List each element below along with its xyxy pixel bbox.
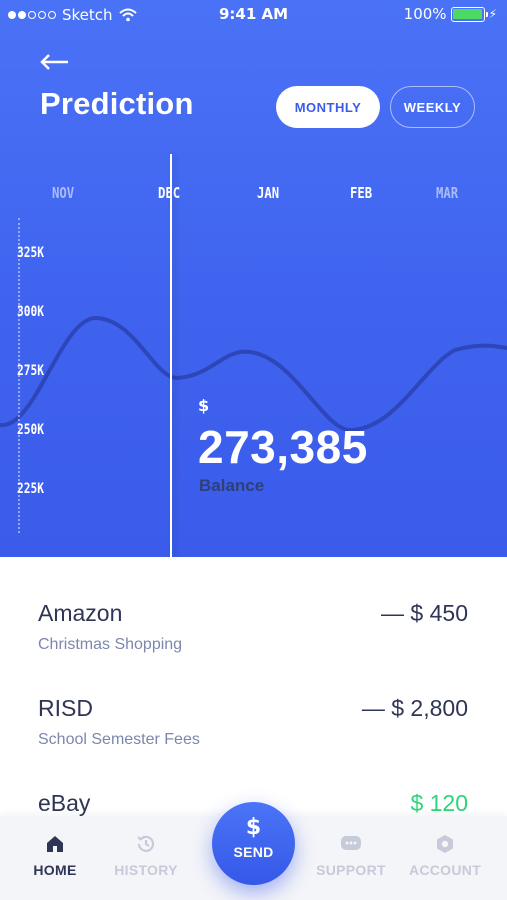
tab-home[interactable]: HOME [9, 832, 101, 878]
tab-support[interactable]: SUPPORT [305, 832, 397, 878]
tab-home-label: HOME [33, 862, 77, 878]
month-label-nov[interactable]: NOV [52, 184, 74, 202]
transaction-name: Amazon [38, 600, 123, 626]
month-label-feb[interactable]: FEB [350, 184, 372, 202]
transaction-row[interactable]: RISD School Semester Fees — $ 2,800 [0, 683, 507, 778]
y-tick-300k: 300K [17, 304, 44, 320]
transaction-amount: — $ 2,800 [361, 695, 468, 721]
send-label: SEND [233, 844, 274, 860]
y-tick-225k: 225K [17, 481, 44, 497]
tab-account-label: ACCOUNT [408, 862, 482, 878]
month-label-mar[interactable]: MAR [436, 184, 458, 202]
balance-label: Balance [199, 476, 265, 495]
chat-bubble-icon [341, 836, 361, 850]
transaction-name: eBay [38, 790, 91, 816]
y-tick-325k: 325K [17, 245, 44, 261]
prediction-header: Sketch 9:41 AM 100% ⚡ Prediction MONTHLY… [0, 0, 507, 557]
transaction-name: RISD [38, 695, 93, 721]
account-hexagon-icon [437, 835, 453, 853]
month-label-jan[interactable]: JAN [257, 184, 279, 202]
balance-currency: $ [198, 396, 210, 415]
home-icon [47, 836, 63, 852]
transaction-row[interactable]: Amazon Christmas Shopping — $ 450 [0, 588, 507, 683]
transaction-amount: — $ 450 [381, 600, 468, 626]
transaction-description: Christmas Shopping [38, 636, 183, 653]
y-tick-275k: 275K [17, 363, 44, 379]
tab-support-label: SUPPORT [316, 862, 386, 878]
y-tick-250k: 250K [17, 422, 44, 438]
selected-month-cursor[interactable] [170, 154, 172, 557]
transaction-amount: $ 120 [410, 790, 468, 816]
history-icon [137, 835, 155, 852]
tab-history[interactable]: HISTORY [100, 832, 192, 878]
dollar-icon: $ [245, 815, 262, 840]
transaction-description: School Semester Fees [38, 731, 200, 748]
send-button[interactable]: $ SEND [212, 802, 295, 885]
prediction-line [0, 315, 507, 433]
balance-amount: 273,385 [198, 421, 368, 473]
tab-account[interactable]: ACCOUNT [399, 832, 491, 878]
tab-history-label: HISTORY [114, 862, 178, 878]
